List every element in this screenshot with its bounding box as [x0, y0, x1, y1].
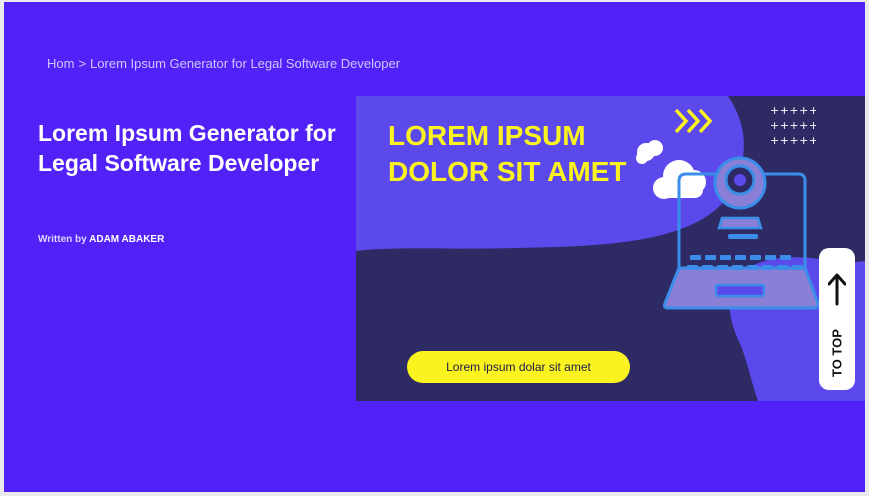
hero-cta-button[interactable]: Lorem ipsum dolar sit amet — [407, 351, 630, 383]
webcam-icon — [713, 156, 767, 230]
plus-row: +++++ — [770, 119, 816, 132]
page-title: Lorem Ipsum Generator for Legal Software… — [38, 120, 336, 176]
breadcrumb-current: Lorem Ipsum Generator for Legal Software… — [90, 56, 401, 71]
byline-prefix: Written by — [38, 234, 87, 245]
plus-pattern: +++++ +++++ +++++ — [770, 104, 816, 146]
hero-image: LOREM IPSUM DOLOR SIT AMET +++++ +++++ +… — [356, 96, 865, 401]
author-name[interactable]: ADAM ABAKER — [89, 234, 164, 245]
to-top-button[interactable]: TO TOP — [819, 248, 855, 390]
breadcrumb-separator: > — [78, 56, 87, 71]
arrow-up-icon — [828, 273, 846, 306]
plus-row: +++++ — [770, 104, 816, 117]
byline: Written by ADAM ABAKER — [38, 234, 164, 245]
plus-row: +++++ — [770, 134, 816, 146]
hero-headline: LOREM IPSUM DOLOR SIT AMET — [388, 120, 627, 187]
breadcrumb-home-link[interactable]: Hom — [47, 56, 74, 71]
breadcrumb: Hom > Lorem Ipsum Generator for Legal Soft… — [47, 56, 400, 71]
to-top-label: TO TOP — [829, 329, 845, 377]
page-background: Hom > Lorem Ipsum Generator for Legal Soft… — [4, 2, 865, 492]
